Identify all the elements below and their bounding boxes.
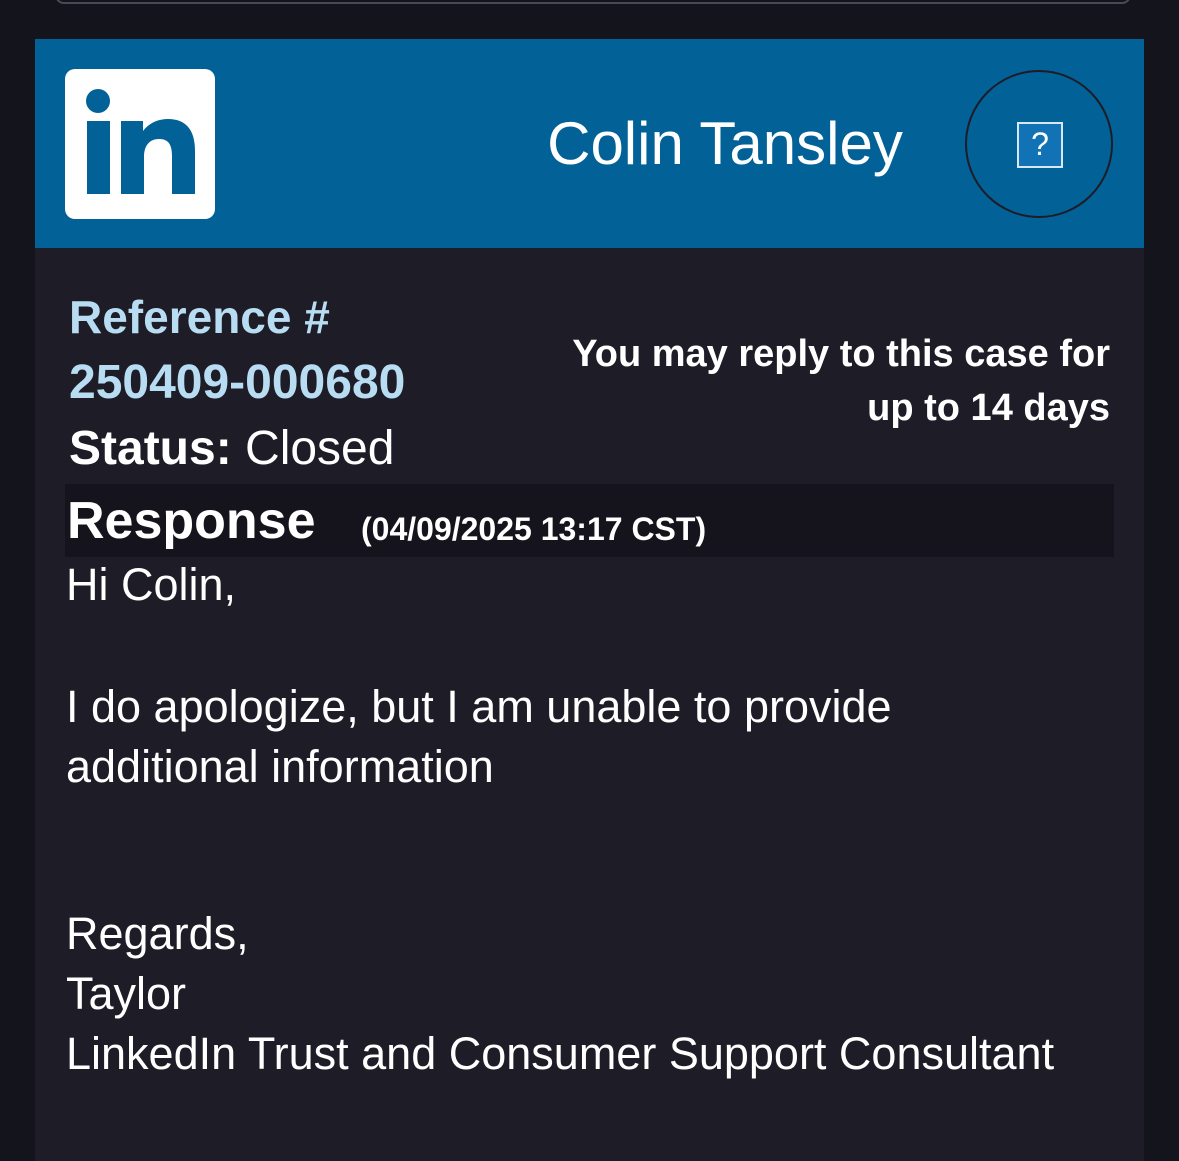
status-value: Closed (245, 422, 395, 475)
help-icon[interactable]: ? (1017, 122, 1063, 168)
reply-window-note: You may reply to this case for up to 14 … (490, 327, 1110, 435)
response-header: Response (04/09/2025 13:17 CST) (65, 484, 1114, 557)
response-timestamp: (04/09/2025 13:17 CST) (361, 511, 707, 547)
case-status: Status: Closed (69, 421, 394, 477)
signer-name: Taylor (66, 968, 187, 1019)
linkedin-logo-icon (65, 69, 215, 219)
user-name: Colin Tansley (547, 110, 903, 177)
reply-note-line-2: up to 14 days (867, 387, 1110, 429)
message-line-1: I do apologize, but I am unable to provi… (66, 681, 892, 732)
message-regards: Regards, (66, 908, 249, 959)
status-label: Status: (69, 422, 232, 475)
message-line-2: additional information (66, 741, 494, 792)
reference-number: 250409-000680 (69, 356, 406, 409)
message-greeting: Hi Colin, (66, 559, 237, 610)
case-header: Colin Tansley ? (35, 39, 1144, 248)
response-title: Response (67, 492, 316, 550)
case-card: Colin Tansley ? Reference # 250409-00068… (35, 39, 1144, 1161)
signer-title: LinkedIn Trust and Consumer Support Cons… (66, 1028, 1055, 1079)
help-button-frame: ? (965, 70, 1113, 218)
top-search-bar-edge (55, 0, 1131, 4)
reference-label: Reference # (69, 291, 330, 343)
reply-note-line-1: You may reply to this case for (572, 333, 1110, 375)
